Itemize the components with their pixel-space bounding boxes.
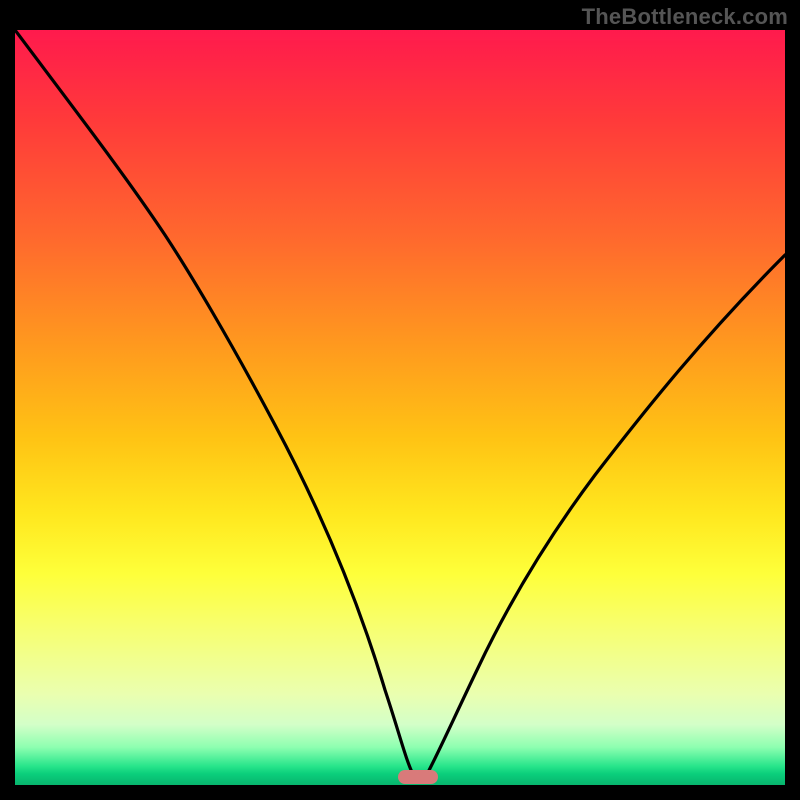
watermark-text: TheBottleneck.com xyxy=(582,4,788,30)
bottleneck-curve-path xyxy=(15,30,785,778)
plot-area xyxy=(15,30,785,785)
chart-stage: TheBottleneck.com xyxy=(0,0,800,800)
optimal-marker xyxy=(398,770,438,784)
curve-svg xyxy=(15,30,785,785)
